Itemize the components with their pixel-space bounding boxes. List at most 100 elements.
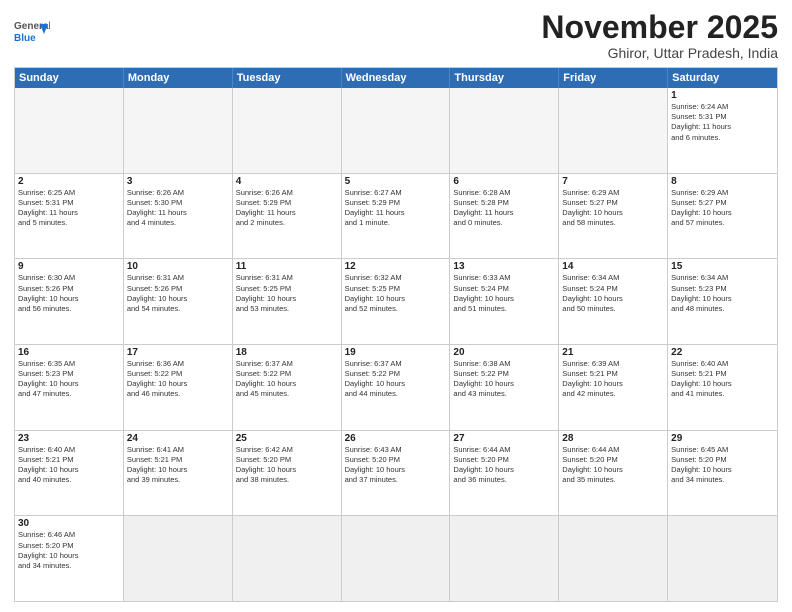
cell-w3-d0: 16Sunrise: 6:35 AM Sunset: 5:23 PM Dayli… [15,345,124,430]
day-number: 13 [453,261,555,272]
cell-w2-d4: 13Sunrise: 6:33 AM Sunset: 5:24 PM Dayli… [450,259,559,344]
header: GeneralBlue November 2025 Ghiror, Uttar … [14,10,778,61]
calendar: Sunday Monday Tuesday Wednesday Thursday… [14,67,778,602]
cell-w1-d6: 8Sunrise: 6:29 AM Sunset: 5:27 PM Daylig… [668,174,777,259]
week-row-1: 2Sunrise: 6:25 AM Sunset: 5:31 PM Daylig… [15,173,777,259]
cell-info: Sunrise: 6:41 AM Sunset: 5:21 PM Dayligh… [127,445,229,486]
day-number: 26 [345,433,447,444]
cell-w0-d2 [233,88,342,173]
cell-w4-d0: 23Sunrise: 6:40 AM Sunset: 5:21 PM Dayli… [15,431,124,516]
cell-info: Sunrise: 6:31 AM Sunset: 5:26 PM Dayligh… [127,273,229,314]
svg-text:Blue: Blue [14,33,36,44]
cell-w4-d4: 27Sunrise: 6:44 AM Sunset: 5:20 PM Dayli… [450,431,559,516]
day-number: 30 [18,518,120,529]
cell-info: Sunrise: 6:26 AM Sunset: 5:29 PM Dayligh… [236,188,338,229]
calendar-header: Sunday Monday Tuesday Wednesday Thursday… [15,68,777,88]
day-number: 21 [562,347,664,358]
logo-icon: GeneralBlue [14,14,50,50]
cell-w2-d0: 9Sunrise: 6:30 AM Sunset: 5:26 PM Daylig… [15,259,124,344]
cell-w0-d6: 1Sunrise: 6:24 AM Sunset: 5:31 PM Daylig… [668,88,777,173]
cell-w3-d3: 19Sunrise: 6:37 AM Sunset: 5:22 PM Dayli… [342,345,451,430]
cell-info: Sunrise: 6:36 AM Sunset: 5:22 PM Dayligh… [127,359,229,400]
day-number: 3 [127,176,229,187]
cell-info: Sunrise: 6:37 AM Sunset: 5:22 PM Dayligh… [345,359,447,400]
header-tuesday: Tuesday [233,68,342,88]
cell-info: Sunrise: 6:42 AM Sunset: 5:20 PM Dayligh… [236,445,338,486]
day-number: 15 [671,261,774,272]
cell-w4-d6: 29Sunrise: 6:45 AM Sunset: 5:20 PM Dayli… [668,431,777,516]
day-number: 1 [671,90,774,101]
cell-w2-d6: 15Sunrise: 6:34 AM Sunset: 5:23 PM Dayli… [668,259,777,344]
day-number: 27 [453,433,555,444]
logo: GeneralBlue [14,14,50,50]
cell-info: Sunrise: 6:26 AM Sunset: 5:30 PM Dayligh… [127,188,229,229]
day-number: 20 [453,347,555,358]
cell-w0-d0 [15,88,124,173]
cell-w0-d1 [124,88,233,173]
cell-info: Sunrise: 6:28 AM Sunset: 5:28 PM Dayligh… [453,188,555,229]
day-number: 6 [453,176,555,187]
cell-w2-d2: 11Sunrise: 6:31 AM Sunset: 5:25 PM Dayli… [233,259,342,344]
cell-w5-d5 [559,516,668,601]
cell-w4-d5: 28Sunrise: 6:44 AM Sunset: 5:20 PM Dayli… [559,431,668,516]
cell-info: Sunrise: 6:38 AM Sunset: 5:22 PM Dayligh… [453,359,555,400]
cell-info: Sunrise: 6:27 AM Sunset: 5:29 PM Dayligh… [345,188,447,229]
header-saturday: Saturday [668,68,777,88]
month-title: November 2025 [541,10,778,45]
week-row-0: 1Sunrise: 6:24 AM Sunset: 5:31 PM Daylig… [15,88,777,173]
cell-info: Sunrise: 6:40 AM Sunset: 5:21 PM Dayligh… [671,359,774,400]
day-number: 8 [671,176,774,187]
cell-w4-d3: 26Sunrise: 6:43 AM Sunset: 5:20 PM Dayli… [342,431,451,516]
cell-info: Sunrise: 6:25 AM Sunset: 5:31 PM Dayligh… [18,188,120,229]
cell-info: Sunrise: 6:34 AM Sunset: 5:23 PM Dayligh… [671,273,774,314]
location: Ghiror, Uttar Pradesh, India [541,45,778,61]
cell-info: Sunrise: 6:32 AM Sunset: 5:25 PM Dayligh… [345,273,447,314]
day-number: 24 [127,433,229,444]
week-row-5: 30Sunrise: 6:46 AM Sunset: 5:20 PM Dayli… [15,515,777,601]
cell-info: Sunrise: 6:40 AM Sunset: 5:21 PM Dayligh… [18,445,120,486]
day-number: 2 [18,176,120,187]
title-block: November 2025 Ghiror, Uttar Pradesh, Ind… [541,10,778,61]
week-row-4: 23Sunrise: 6:40 AM Sunset: 5:21 PM Dayli… [15,430,777,516]
cell-info: Sunrise: 6:37 AM Sunset: 5:22 PM Dayligh… [236,359,338,400]
day-number: 14 [562,261,664,272]
header-monday: Monday [124,68,233,88]
cell-info: Sunrise: 6:43 AM Sunset: 5:20 PM Dayligh… [345,445,447,486]
cell-w2-d3: 12Sunrise: 6:32 AM Sunset: 5:25 PM Dayli… [342,259,451,344]
day-number: 16 [18,347,120,358]
cell-w1-d5: 7Sunrise: 6:29 AM Sunset: 5:27 PM Daylig… [559,174,668,259]
header-thursday: Thursday [450,68,559,88]
header-friday: Friday [559,68,668,88]
cell-w3-d2: 18Sunrise: 6:37 AM Sunset: 5:22 PM Dayli… [233,345,342,430]
cell-w1-d4: 6Sunrise: 6:28 AM Sunset: 5:28 PM Daylig… [450,174,559,259]
day-number: 28 [562,433,664,444]
day-number: 9 [18,261,120,272]
cell-w0-d5 [559,88,668,173]
cell-info: Sunrise: 6:31 AM Sunset: 5:25 PM Dayligh… [236,273,338,314]
cell-w2-d5: 14Sunrise: 6:34 AM Sunset: 5:24 PM Dayli… [559,259,668,344]
header-wednesday: Wednesday [342,68,451,88]
day-number: 7 [562,176,664,187]
page: GeneralBlue November 2025 Ghiror, Uttar … [0,0,792,612]
cell-w5-d1 [124,516,233,601]
cell-w3-d1: 17Sunrise: 6:36 AM Sunset: 5:22 PM Dayli… [124,345,233,430]
cell-w0-d4 [450,88,559,173]
day-number: 5 [345,176,447,187]
cell-info: Sunrise: 6:29 AM Sunset: 5:27 PM Dayligh… [562,188,664,229]
cell-info: Sunrise: 6:34 AM Sunset: 5:24 PM Dayligh… [562,273,664,314]
cell-w0-d3 [342,88,451,173]
cell-w3-d5: 21Sunrise: 6:39 AM Sunset: 5:21 PM Dayli… [559,345,668,430]
day-number: 4 [236,176,338,187]
day-number: 18 [236,347,338,358]
cell-w3-d6: 22Sunrise: 6:40 AM Sunset: 5:21 PM Dayli… [668,345,777,430]
header-sunday: Sunday [15,68,124,88]
cell-info: Sunrise: 6:44 AM Sunset: 5:20 PM Dayligh… [562,445,664,486]
cell-info: Sunrise: 6:30 AM Sunset: 5:26 PM Dayligh… [18,273,120,314]
cell-info: Sunrise: 6:33 AM Sunset: 5:24 PM Dayligh… [453,273,555,314]
cell-w5-d2 [233,516,342,601]
cell-w5-d3 [342,516,451,601]
day-number: 22 [671,347,774,358]
cell-info: Sunrise: 6:46 AM Sunset: 5:20 PM Dayligh… [18,530,120,571]
cell-info: Sunrise: 6:39 AM Sunset: 5:21 PM Dayligh… [562,359,664,400]
cell-info: Sunrise: 6:24 AM Sunset: 5:31 PM Dayligh… [671,102,774,143]
